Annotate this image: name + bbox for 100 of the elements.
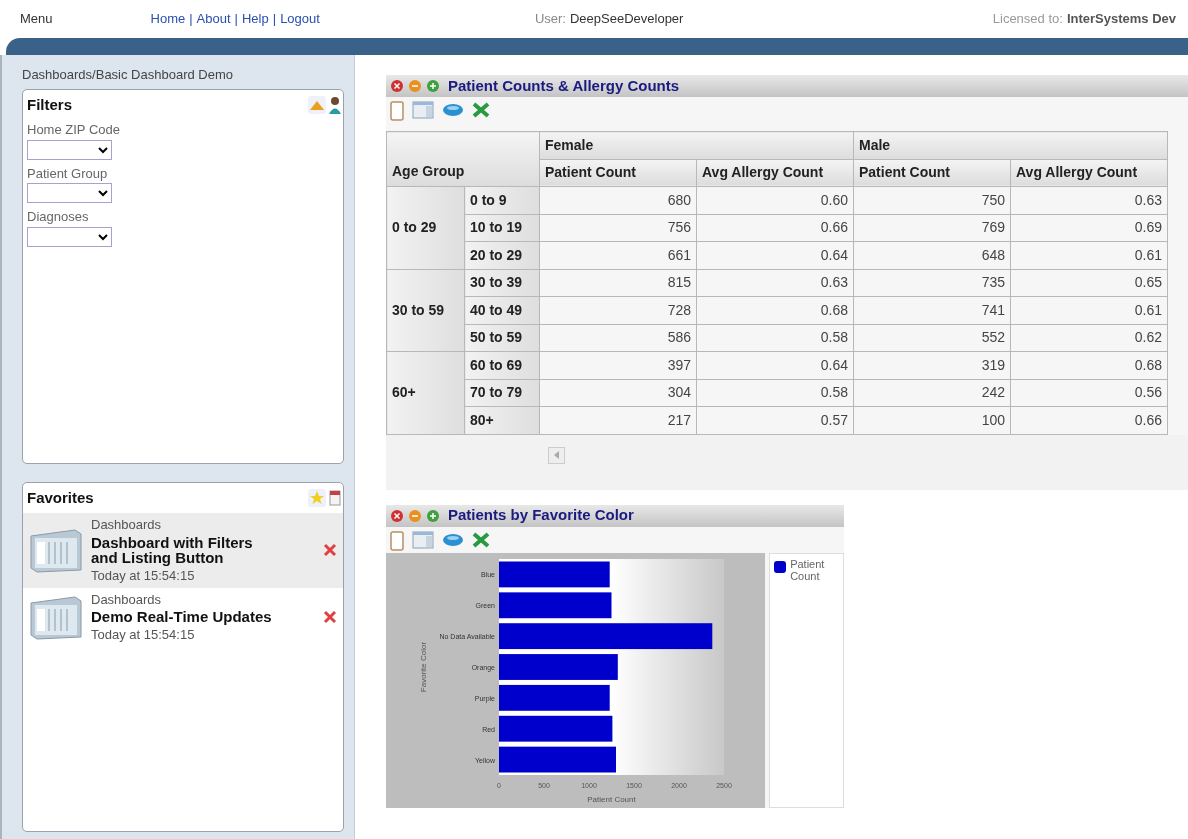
favorite-time: Today at 15:54:15	[91, 625, 196, 644]
row-header: 80+	[464, 406, 540, 434]
filter-label: Patient Group	[27, 164, 109, 183]
table-cell: 815	[539, 269, 697, 297]
column-header: Patient Count	[539, 159, 697, 187]
dropdown-field[interactable]	[27, 226, 112, 247]
remove-icon[interactable]	[323, 609, 337, 624]
filter-label: Diagnoses	[27, 208, 90, 226]
filter-label: Home ZIP Code	[27, 121, 121, 139]
table-cell: 648	[853, 241, 1011, 269]
clipboard-icon[interactable]	[390, 99, 404, 121]
license-label: Licensed to:	[992, 10, 1063, 29]
table-cell: 0.61	[1010, 296, 1168, 324]
table-cell: 750	[853, 186, 1011, 214]
table-cell: 552	[853, 324, 1011, 352]
table-cell: 0.61	[1010, 241, 1168, 269]
close-icon[interactable]	[390, 79, 404, 93]
table-cell: 0.64	[696, 351, 854, 379]
column-header: Avg Allergy Count	[1010, 159, 1168, 187]
link-separator: |	[189, 10, 193, 29]
user-name: DeepSeeDeveloper	[569, 10, 684, 29]
table-cell: 0.60	[696, 186, 854, 214]
table-cell: 735	[853, 269, 1011, 297]
favorite-category: Dashboards	[91, 516, 163, 534]
window-title: Patient Counts & Allergy Counts	[448, 75, 680, 96]
maximize-icon[interactable]	[426, 79, 440, 93]
menu-label[interactable]: Menu	[20, 9, 53, 29]
scroll-left-button[interactable]	[548, 446, 565, 464]
row-header: 60 to 69	[464, 351, 540, 379]
table-cell: 304	[539, 379, 697, 407]
favorite-item[interactable]: Dashboards Dashboard with Filters and Listing Button Today at 15:54:15	[23, 513, 343, 588]
clipboard-icon[interactable]	[390, 528, 404, 551]
table-cell: 0.58	[696, 379, 854, 407]
remove-icon[interactable]	[323, 543, 337, 558]
table-cell: 217	[539, 406, 697, 434]
table-cell: 319	[853, 351, 1011, 379]
table-cell: 769	[853, 214, 1011, 242]
table-cell: 100	[853, 406, 1011, 434]
legend-swatch	[774, 560, 787, 573]
spreadsheet-icon[interactable]	[472, 102, 490, 118]
table-cell: 0.66	[696, 214, 854, 242]
table-cell: 0.68	[1010, 351, 1168, 379]
disk-icon[interactable]	[442, 532, 464, 547]
table-cell: 0.58	[696, 324, 854, 352]
disk-icon[interactable]	[442, 103, 464, 117]
table-cell: 661	[539, 241, 697, 269]
column-header: Patient Count	[853, 159, 1011, 187]
axis-title: Patient Count	[587, 794, 636, 804]
window-icon[interactable]	[412, 529, 434, 550]
maximize-icon[interactable]	[426, 508, 440, 523]
dropdown-field[interactable]	[27, 183, 112, 203]
row-header: 0 to 29	[386, 186, 465, 269]
window-icon[interactable]	[412, 100, 434, 120]
table-cell: 0.69	[1010, 214, 1168, 242]
column-header: Female	[539, 131, 854, 159]
table-cell: 397	[539, 351, 697, 379]
nav-link[interactable]: Home	[150, 9, 186, 29]
table-cell: 728	[539, 296, 697, 324]
table-cell: 242	[853, 379, 1011, 407]
row-header: 30 to 39	[464, 269, 540, 297]
table-cell: 0.64	[696, 241, 854, 269]
table-cell: 586	[539, 324, 697, 352]
table-cell: 0.63	[1010, 186, 1168, 214]
table-cell: 0.68	[696, 296, 854, 324]
row-header: 40 to 49	[464, 296, 540, 324]
panel-title: Filters	[26, 94, 73, 115]
table-cell: 756	[539, 214, 697, 242]
row-header: 60+	[386, 351, 465, 434]
column-header: Male	[853, 131, 1168, 159]
link-separator: |	[234, 10, 238, 29]
table-cell: 0.65	[1010, 269, 1168, 297]
dashboard-icon	[29, 526, 83, 575]
row-header: 30 to 59	[386, 269, 465, 352]
table-cell: 0.66	[1010, 406, 1168, 434]
row-header: 20 to 29	[464, 241, 540, 269]
column-header: Avg Allergy Count	[696, 159, 854, 187]
window-title: Patients by Favorite Color	[448, 505, 634, 526]
nav-link[interactable]: Logout	[280, 9, 320, 29]
table-cell: 0.56	[1010, 379, 1168, 407]
table-cell: 0.57	[696, 406, 854, 434]
table-cell: 680	[539, 186, 697, 214]
favorite-item[interactable]: Dashboards Demo Real-Time Updates Today at 15:54:15	[23, 587, 343, 647]
dropdown-field[interactable]	[27, 139, 112, 160]
table-cell: 0.63	[696, 269, 854, 297]
favorite-time: Today at 15:54:15	[91, 567, 196, 585]
spreadsheet-icon[interactable]	[472, 531, 490, 548]
axis-title: Favorite Color	[419, 641, 428, 692]
calendar-icon[interactable]	[327, 487, 343, 508]
link-separator: |	[272, 10, 277, 29]
close-icon[interactable]	[390, 508, 404, 523]
nav-link[interactable]: Help	[242, 9, 269, 29]
row-header: 0 to 9	[464, 186, 540, 214]
row-header: 70 to 79	[464, 379, 540, 407]
breadcrumb-text: Dashboards/Basic Dashboard Demo	[22, 66, 234, 84]
license-name: InterSystems Dev	[1066, 10, 1176, 29]
favorite-category: Dashboards	[91, 590, 163, 609]
nav-link[interactable]: About	[196, 9, 231, 29]
legend-label: Patient Count	[790, 557, 826, 582]
column-header: Age Group	[386, 131, 540, 187]
person-icon[interactable]	[327, 94, 343, 115]
